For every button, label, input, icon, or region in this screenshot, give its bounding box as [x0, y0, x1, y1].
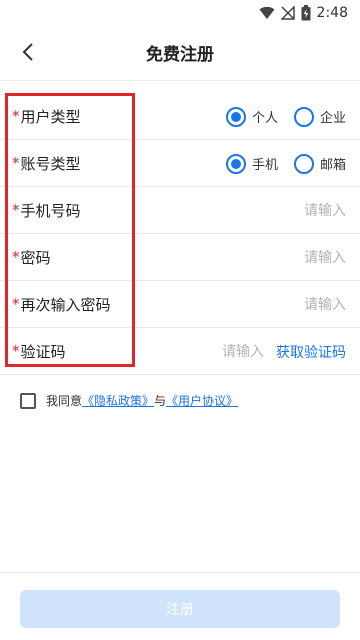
get-code-button[interactable]: 获取验证码: [276, 328, 346, 375]
user-type-label: 用户类型: [20, 107, 81, 126]
account-type-label: 账号类型: [20, 154, 81, 173]
account-type-radio-group: 手机 邮箱: [210, 140, 346, 187]
required-mark: *: [12, 342, 20, 360]
status-time: 2:48: [316, 5, 348, 21]
password-input[interactable]: [196, 234, 346, 281]
header-divider: [0, 80, 360, 81]
user-agreement-link[interactable]: 《用户协议》: [166, 392, 238, 409]
chevron-left-icon: [22, 43, 33, 61]
register-form: * 用户类型 个人 企业 * 账号类型 手机 邮箱 * 手机号码 请输入 * 密…: [0, 93, 360, 375]
register-button[interactable]: 注册: [20, 590, 340, 628]
no-signal-icon: [280, 6, 295, 20]
account-type-row: * 账号类型 手机 邮箱: [0, 140, 360, 187]
password-row: * 密码: [0, 234, 360, 281]
verification-code-row: * 验证码 获取验证码: [0, 328, 360, 375]
verification-code-label: 验证码: [20, 342, 66, 361]
radio-unchecked-icon: [293, 106, 314, 127]
agreement-row: 我同意 《隐私政策》 与 《用户协议》: [20, 392, 238, 409]
wifi-icon: [259, 6, 275, 20]
privacy-policy-link[interactable]: 《隐私政策》: [82, 392, 154, 409]
page-title: 免费注册: [146, 44, 214, 65]
user-type-enterprise-radio[interactable]: 企业: [293, 106, 346, 127]
phone-row: * 手机号码: [0, 187, 360, 234]
radio-checked-icon: [225, 153, 246, 174]
agreement-checkbox[interactable]: [20, 392, 36, 409]
phone-label: 手机号码: [20, 201, 81, 220]
account-type-phone-radio[interactable]: 手机: [225, 153, 278, 174]
status-bar: 2:48: [0, 0, 360, 26]
required-mark: *: [12, 201, 20, 219]
user-type-personal-radio[interactable]: 个人: [225, 106, 278, 127]
confirm-password-row: * 再次输入密码: [0, 281, 360, 328]
password-label: 密码: [20, 248, 51, 267]
user-type-row: * 用户类型 个人 企业: [0, 93, 360, 140]
footer-divider: [0, 572, 360, 573]
required-mark: *: [12, 107, 20, 125]
register-screen: 2:48 免费注册 * 用户类型 个人 企业 * 账号类型 手机 邮箱 * 手机…: [0, 0, 360, 640]
app-header: 免费注册: [0, 26, 360, 78]
agreement-conjunction: 与: [154, 394, 167, 408]
account-type-email-radio[interactable]: 邮箱: [293, 153, 346, 174]
confirm-password-label: 再次输入密码: [20, 295, 111, 314]
required-mark: *: [12, 154, 20, 172]
back-button[interactable]: [14, 38, 42, 66]
battery-icon: [301, 5, 311, 21]
user-type-radio-group: 个人 企业: [210, 93, 346, 140]
required-mark: *: [12, 248, 20, 266]
agreement-prefix: 我同意: [46, 394, 83, 408]
required-mark: *: [12, 295, 20, 313]
phone-input[interactable]: [196, 187, 346, 234]
radio-checked-icon: [225, 106, 246, 127]
verification-code-input[interactable]: [154, 328, 264, 375]
radio-unchecked-icon: [293, 153, 314, 174]
confirm-password-input[interactable]: [196, 281, 346, 328]
